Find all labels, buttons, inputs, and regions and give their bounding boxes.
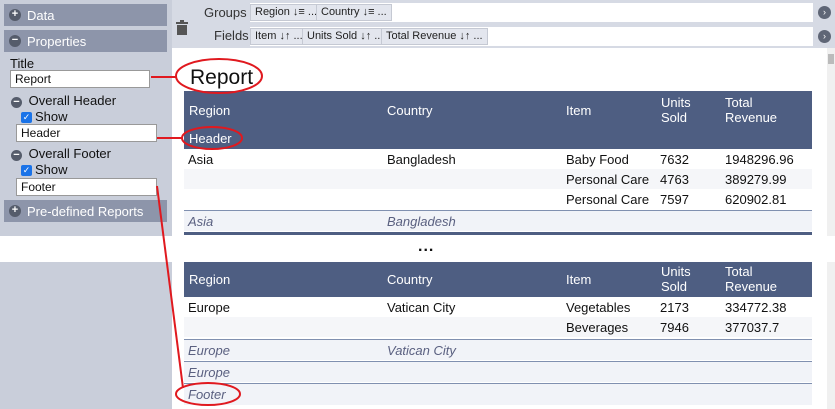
collapse-icon: − bbox=[9, 35, 21, 47]
column-header-region: Region bbox=[189, 272, 231, 287]
column-header-country: Country bbox=[387, 272, 433, 287]
groups-drop-zone[interactable]: Region ↓≡ ... Country ↓≡ ... bbox=[250, 3, 813, 22]
data-section-header[interactable]: + Data bbox=[4, 4, 167, 26]
expand-icon: + bbox=[9, 205, 21, 217]
field-chip-item[interactable]: Item ↓↑ ... bbox=[250, 28, 308, 45]
report-preview: Report Region Country Item Units Sold To… bbox=[172, 48, 835, 409]
cell-region: Asia bbox=[188, 152, 214, 167]
footer-input[interactable]: Footer bbox=[16, 178, 157, 196]
properties-section-label: Properties bbox=[27, 33, 87, 49]
header-show-option[interactable]: ✓ Show bbox=[21, 109, 68, 124]
group-chip-country[interactable]: Country ↓≡ ... bbox=[316, 4, 392, 21]
group-footer-row: Europe Vatican City bbox=[184, 339, 812, 360]
footer-country: Bangladesh bbox=[387, 214, 456, 229]
column-header-band: Region Country Item Units Sold Total Rev… bbox=[184, 262, 812, 297]
section-divider bbox=[184, 232, 812, 235]
groups-label: Groups bbox=[204, 5, 247, 20]
table-row: Asia Bangladesh Baby Food 7632 1948296.9… bbox=[184, 149, 812, 169]
overall-footer-toggle[interactable]: − Overall Footer bbox=[11, 146, 111, 161]
title-input[interactable]: Report bbox=[10, 70, 150, 88]
cell-revenue: 389279.99 bbox=[725, 172, 787, 187]
fields-drop-zone[interactable]: Item ↓↑ ... Units Sold ↓↑ ... Total Reve… bbox=[250, 27, 813, 46]
cell-country: Bangladesh bbox=[387, 152, 456, 167]
title-label: Title bbox=[10, 56, 35, 71]
footer-show-option[interactable]: ✓ Show bbox=[21, 162, 68, 177]
header-input[interactable]: Header bbox=[16, 124, 157, 142]
column-header-revenue-2: Revenue bbox=[725, 279, 778, 294]
report-header-text: Header bbox=[189, 131, 232, 146]
column-header-band: Region Country Item Units Sold Total Rev… bbox=[184, 91, 812, 149]
overall-header-toggle[interactable]: − Overall Header bbox=[11, 93, 116, 108]
column-header-units-1: Units bbox=[661, 264, 691, 279]
ellipsis-indicator: ... bbox=[418, 238, 435, 255]
column-header-revenue-2: Revenue bbox=[725, 110, 778, 125]
footer-region: Asia bbox=[188, 214, 214, 229]
footer-country: Vatican City bbox=[387, 343, 456, 358]
field-chip-total-revenue[interactable]: Total Revenue ↓↑ ... bbox=[381, 28, 488, 45]
table-row: Beverages 7946 377037.7 bbox=[184, 317, 812, 337]
column-header-units-1: Units bbox=[661, 95, 691, 110]
collapse-icon: − bbox=[11, 97, 22, 108]
cell-item: Personal Care bbox=[566, 172, 650, 187]
cell-revenue: 377037.7 bbox=[725, 320, 780, 335]
column-header-region: Region bbox=[189, 103, 231, 118]
predefined-reports-label: Pre-defined Reports bbox=[27, 203, 144, 219]
cell-item: Vegetables bbox=[566, 300, 631, 315]
cell-region: Europe bbox=[188, 300, 230, 315]
report-footer-row: Footer bbox=[184, 383, 812, 405]
header-show-label: Show bbox=[35, 109, 68, 124]
cell-revenue: 334772.38 bbox=[725, 300, 787, 315]
expand-icon: + bbox=[9, 9, 21, 21]
overall-footer-label: Overall Footer bbox=[28, 146, 111, 161]
cell-units: 7597 bbox=[660, 192, 689, 207]
checkbox-checked-icon[interactable]: ✓ bbox=[21, 112, 32, 124]
cell-revenue: 1948296.96 bbox=[725, 152, 794, 167]
predefined-reports-section-header[interactable]: + Pre-defined Reports bbox=[4, 200, 167, 222]
group-footer-row: Europe bbox=[184, 361, 812, 382]
checkbox-checked-icon[interactable]: ✓ bbox=[21, 165, 32, 177]
fields-label: Fields bbox=[214, 28, 249, 43]
column-header-revenue-1: Total bbox=[725, 264, 753, 279]
cell-item: Beverages bbox=[566, 320, 629, 335]
column-header-units-2: Sold bbox=[661, 279, 688, 294]
column-header-country: Country bbox=[387, 103, 433, 118]
group-chip-region[interactable]: Region ↓≡ ... bbox=[250, 4, 323, 21]
cell-units: 7632 bbox=[660, 152, 689, 167]
cell-units: 2173 bbox=[660, 300, 689, 315]
scroll-right-icon[interactable]: › bbox=[818, 6, 831, 19]
report-footer-text: Footer bbox=[188, 387, 226, 402]
column-header-item: Item bbox=[566, 103, 592, 118]
trash-icon[interactable] bbox=[175, 20, 189, 35]
toolbar: Groups Region ↓≡ ... Country ↓≡ ... › Fi… bbox=[172, 0, 835, 48]
group-footer-row: Asia Bangladesh bbox=[184, 210, 812, 231]
column-header-item: Item bbox=[566, 272, 592, 287]
truncation-gap: ... bbox=[0, 236, 835, 262]
column-header-revenue-1: Total bbox=[725, 95, 753, 110]
footer-region: Europe bbox=[188, 365, 230, 380]
table-row: Personal Care 4763 389279.99 bbox=[184, 169, 812, 189]
field-chip-units-sold[interactable]: Units Sold ↓↑ ... bbox=[302, 28, 389, 45]
cell-units: 7946 bbox=[660, 320, 689, 335]
footer-region: Europe bbox=[188, 343, 230, 358]
data-section-label: Data bbox=[27, 7, 55, 23]
cell-revenue: 620902.81 bbox=[725, 192, 787, 207]
cell-item: Baby Food bbox=[566, 152, 629, 167]
table-row: Personal Care 7597 620902.81 bbox=[184, 189, 812, 209]
table-row: Europe Vatican City Vegetables 2173 3347… bbox=[184, 297, 812, 317]
properties-section-header[interactable]: − Properties bbox=[4, 30, 167, 52]
overall-header-label: Overall Header bbox=[28, 93, 117, 108]
column-header-units-2: Sold bbox=[661, 110, 688, 125]
scroll-right-icon[interactable]: › bbox=[818, 30, 831, 43]
cell-units: 4763 bbox=[660, 172, 689, 187]
cell-item: Personal Care bbox=[566, 192, 650, 207]
cell-country: Vatican City bbox=[387, 300, 456, 315]
report-title: Report bbox=[190, 66, 254, 89]
vertical-scrollbar[interactable] bbox=[827, 48, 835, 409]
left-panel: + Data − Properties Title Report − Overa… bbox=[0, 0, 172, 409]
collapse-icon: − bbox=[11, 150, 22, 161]
footer-show-label: Show bbox=[35, 162, 68, 177]
